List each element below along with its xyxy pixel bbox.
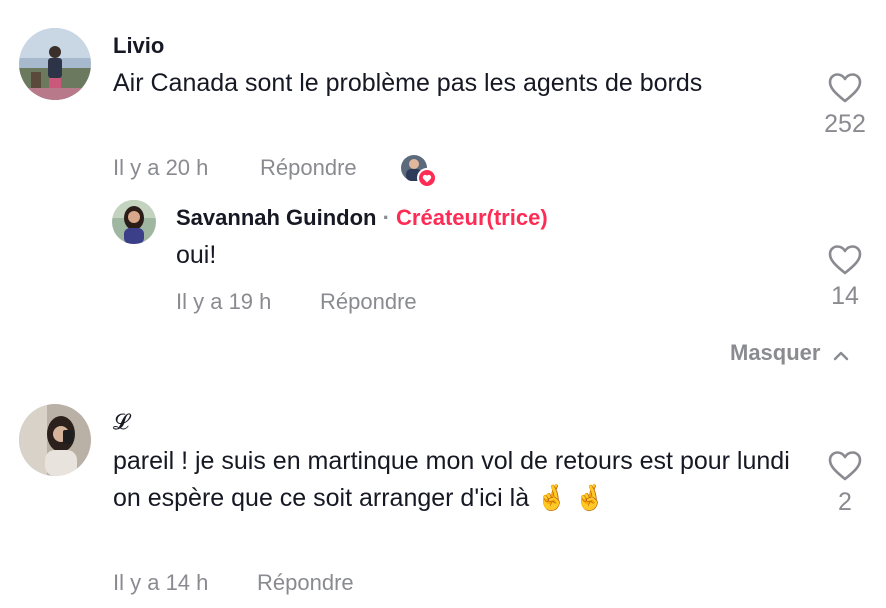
hide-replies-label: Masquer <box>730 340 821 365</box>
chevron-up-icon <box>833 351 849 360</box>
comment-timestamp: Il y a 20 h <box>113 155 209 180</box>
avatar-photo <box>112 200 156 244</box>
avatar-photo <box>19 28 91 100</box>
like-count: 252 <box>824 110 866 138</box>
like-count: 2 <box>838 488 852 516</box>
comment-text: pareil ! je suis en martinque mon vol de… <box>113 447 790 512</box>
comment-text: oui! <box>176 241 217 269</box>
like-count: 14 <box>831 282 859 310</box>
comment-author[interactable]: Savannah Guindon <box>176 205 376 230</box>
avatar[interactable] <box>19 404 91 476</box>
reply-button[interactable]: Répondre <box>257 570 354 596</box>
heart-icon <box>828 245 862 275</box>
comment-text: Air Canada sont le problème pas les agen… <box>113 69 703 97</box>
like-button[interactable]: 2 <box>815 450 875 517</box>
reply-button[interactable]: Répondre <box>260 155 357 181</box>
creator-badge: Créateur(trice) <box>396 205 548 230</box>
comment-author[interactable]: Livio <box>113 33 164 59</box>
heart-icon <box>828 73 862 103</box>
comment-timestamp: Il y a 19 h <box>176 289 272 314</box>
like-button[interactable]: 14 <box>815 244 875 311</box>
heart-icon <box>828 451 862 481</box>
avatar[interactable] <box>112 200 156 244</box>
comment-timestamp: Il y a 14 h <box>113 570 209 595</box>
avatar[interactable] <box>19 28 91 100</box>
liked-by-creator-icon <box>400 154 437 188</box>
reply-author-line: Savannah Guindon · Créateur(trice) <box>176 205 548 231</box>
comment-author[interactable]: 𝓛 <box>113 410 129 435</box>
separator-dot: · <box>382 205 390 230</box>
reply-button[interactable]: Répondre <box>320 289 417 315</box>
avatar-photo <box>19 404 91 476</box>
like-button[interactable]: 252 <box>815 72 875 139</box>
hide-replies-button[interactable]: Masquer <box>730 340 849 368</box>
